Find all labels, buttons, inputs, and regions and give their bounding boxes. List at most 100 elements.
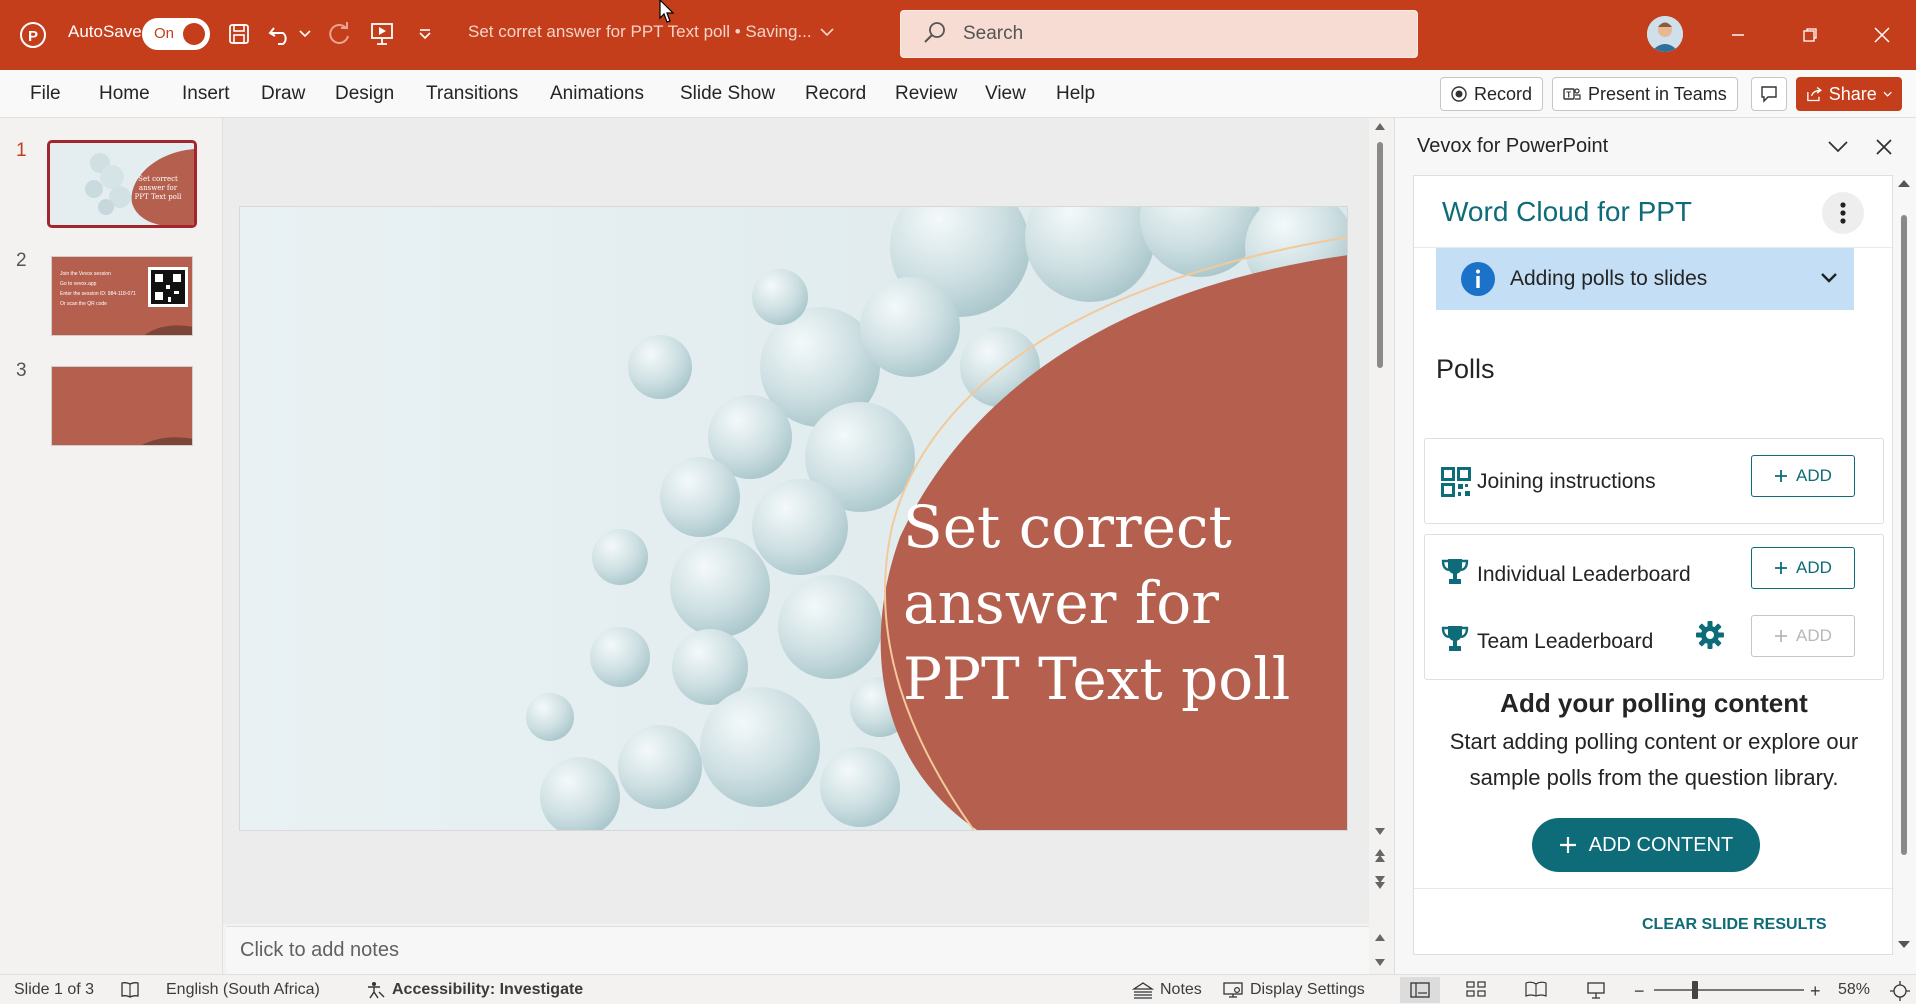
svg-text:Join the Vevox session: Join the Vevox session [60,271,111,277]
tab-record[interactable]: Record [805,83,866,105]
zoom-slider[interactable] [1654,981,1804,999]
present-in-teams-button[interactable]: T Present in Teams [1552,77,1738,111]
plus-icon [1775,562,1788,574]
notes-icon [1132,982,1154,999]
notes-area[interactable]: Click to add notes [226,926,1369,974]
addin-title: Word Cloud for PPT [1442,196,1693,227]
record-button[interactable]: Record [1440,77,1544,111]
polls-heading: Polls [1436,354,1495,384]
add-content-label: ADD CONTENT [1588,833,1734,856]
tab-design[interactable]: Design [335,83,394,105]
editor-scrollbar[interactable] [1373,118,1387,908]
settings-gear-icon[interactable] [1695,620,1725,650]
customize-toolbar-icon[interactable] [416,26,434,42]
tab-transitions[interactable]: Transitions [426,83,518,105]
record-button-label: Record [1474,83,1533,104]
plus-icon [1559,837,1576,853]
autosave-state: On [154,25,175,42]
close-window-button[interactable] [1862,15,1902,55]
search-input[interactable] [961,22,1381,46]
add-individual-leaderboard-button[interactable]: ADD [1751,547,1855,589]
add-content-button[interactable]: ADD CONTENT [1532,818,1760,872]
add-team-leaderboard-button[interactable]: ADD [1751,615,1855,657]
zoom-level[interactable]: 58% [1838,981,1870,999]
tab-animations[interactable]: Animations [550,83,644,105]
add-button-label: ADD [1796,558,1832,577]
info-bar[interactable]: Adding polls to slides [1436,248,1854,310]
tab-file[interactable]: File [30,83,61,105]
share-label: Share [1828,83,1877,104]
tab-review[interactable]: Review [895,83,957,105]
fit-to-window-button[interactable] [1890,981,1910,1001]
record-icon [1451,86,1467,102]
reading-view-button[interactable] [1525,981,1547,997]
info-bar-text: Adding polls to slides [1510,267,1708,290]
search-box[interactable] [900,10,1418,58]
slide-count[interactable]: Slide 1 of 3 [14,981,94,999]
teams-icon: T [1563,88,1581,100]
tab-view[interactable]: View [985,83,1026,105]
restore-icon [1803,28,1817,42]
svg-text:T: T [1566,91,1571,100]
document-title-text: Set corret answer for PPT Text poll • Sa… [468,22,812,41]
plus-icon [1775,630,1788,642]
kebab-menu-icon [1840,202,1846,224]
redo-icon[interactable] [324,20,354,48]
notes-button[interactable]: Notes [1132,981,1202,999]
pane-scrollbar[interactable] [1895,175,1913,955]
present-in-teams-label: Present in Teams [1588,83,1727,104]
add-joining-instructions-button[interactable]: ADD [1751,455,1855,497]
slide-title[interactable]: Set correct answer for PPT Text poll [903,489,1323,717]
present-from-start-icon[interactable] [368,20,396,48]
clear-slide-results-link[interactable]: CLEAR SLIDE RESULTS [1642,916,1827,934]
zoom-in-button[interactable]: + [1810,981,1821,1002]
slideshow-view-button[interactable] [1586,981,1606,999]
slide-sorter-button[interactable] [1466,981,1486,997]
tab-draw[interactable]: Draw [261,83,305,105]
restore-button[interactable] [1790,15,1830,55]
slide-thumbnail-1[interactable]: Set correct answer for PPT Text poll [47,140,197,228]
display-settings-icon [1223,982,1243,998]
trophy-icon [1441,626,1469,651]
notes-scrollbar[interactable] [1373,930,1387,970]
powerpoint-logo-icon: P [20,22,46,48]
tab-home[interactable]: Home [99,83,150,105]
chevron-down-icon [1821,273,1837,283]
display-settings-button[interactable]: Display Settings [1222,981,1365,999]
undo-dropdown-icon[interactable] [298,28,312,40]
accessibility-status[interactable]: Accessibility: Investigate [366,981,583,999]
team-leaderboard-label: Team Leaderboard [1477,630,1654,653]
slide-thumbnail-3[interactable] [51,366,193,446]
spelling-check[interactable] [120,981,140,999]
save-icon[interactable] [226,21,252,47]
slide-number-1: 1 [16,140,27,161]
tab-slide-show[interactable]: Slide Show [680,83,775,105]
status-bar: Slide 1 of 3 English (South Africa) Acce… [0,974,1916,1004]
language-status[interactable]: English (South Africa) [166,981,320,999]
undo-icon[interactable] [266,20,296,48]
comments-button[interactable] [1751,77,1787,111]
autosave-toggle[interactable]: On [142,18,210,50]
tab-help[interactable]: Help [1056,83,1095,105]
slide-thumbnail-2[interactable]: Join the Vevox session Go to vevox.app E… [51,256,193,336]
joining-instructions-label: Joining instructions [1477,470,1656,493]
tab-insert[interactable]: Insert [182,83,230,105]
zoom-slider-thumb[interactable] [1692,981,1698,999]
zoom-out-button[interactable]: − [1634,981,1645,1002]
svg-text:Enter the session ID: 984-118-: Enter the session ID: 984-118-071 [60,291,136,297]
addin-content: Word Cloud for PPT Adding polls to slide… [1413,175,1894,955]
slide-thumbnails-pane: 1 Set correct answer for PPT Text poll 2… [0,118,223,974]
document-title[interactable]: Set corret answer for PPT Text poll • Sa… [468,22,834,42]
avatar[interactable] [1647,16,1683,52]
notes-button-label: Notes [1160,981,1202,998]
pane-options-chevron-icon[interactable] [1827,140,1849,154]
slide-canvas[interactable]: Set correct answer for PPT Text poll [239,206,1348,831]
more-options-button[interactable] [1822,192,1864,234]
normal-view-button[interactable] [1400,977,1440,1003]
info-icon [1461,262,1495,296]
minimize-button[interactable] [1718,15,1758,55]
comment-icon [1761,86,1777,103]
reading-view-icon [1525,981,1547,997]
pane-close-icon[interactable] [1875,138,1893,156]
share-button[interactable]: Share [1796,77,1902,111]
